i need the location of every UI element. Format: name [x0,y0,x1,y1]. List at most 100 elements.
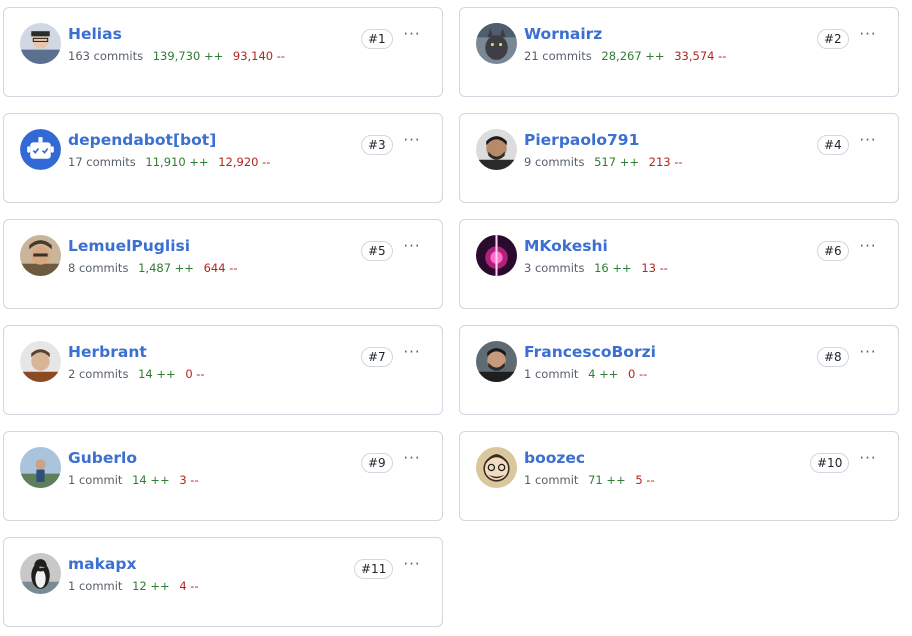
contributor-card: LemuelPuglisi 8 commits 1,487 ++ 644 -- … [3,219,443,309]
deletions-count: 3 -- [179,473,199,487]
commit-count[interactable]: 1 commit [524,367,578,381]
deletions-count: 93,140 -- [232,49,286,63]
commit-count[interactable]: 21 commits [524,49,592,63]
avatar[interactable] [476,129,517,170]
contributor-stats: 1 commit 12 ++ 4 -- [68,579,199,593]
deletions-count: 13 -- [641,261,668,275]
additions-count: 11,910 ++ [145,155,209,169]
contributors-grid: Helias 163 commits 139,730 ++ 93,140 -- … [0,0,912,636]
contributor-name[interactable]: Pierpaolo791 [524,131,639,149]
additions-count: 71 ++ [588,473,626,487]
rank-badge: #5 [361,241,393,261]
contributor-name[interactable]: Wornairz [524,25,602,43]
avatar[interactable] [20,447,61,488]
deletions-count: 4 -- [179,579,199,593]
contributor-stats: 2 commits 14 ++ 0 -- [68,367,205,381]
rank-badge: #10 [810,453,850,473]
more-options-button[interactable]: ··· [401,131,423,153]
contributor-stats: 1 commit 14 ++ 3 -- [68,473,199,487]
contributor-name[interactable]: Helias [68,25,122,43]
commit-count[interactable]: 17 commits [68,155,136,169]
avatar[interactable] [476,447,517,488]
contributor-name[interactable]: Herbrant [68,343,147,361]
contributor-card: boozec 1 commit 71 ++ 5 -- #10 ··· [459,431,899,521]
rank-badge: #8 [817,347,849,367]
avatar[interactable] [20,23,61,64]
commit-count[interactable]: 1 commit [68,473,122,487]
more-options-button[interactable]: ··· [401,555,423,577]
more-options-button[interactable]: ··· [401,25,423,47]
contributor-card: dependabot[bot] 17 commits 11,910 ++ 12,… [3,113,443,203]
commit-count[interactable]: 3 commits [524,261,584,275]
contributor-stats: 163 commits 139,730 ++ 93,140 -- [68,49,285,63]
contributor-stats: 17 commits 11,910 ++ 12,920 -- [68,155,270,169]
additions-count: 14 ++ [132,473,170,487]
rank-badge: #4 [817,135,849,155]
more-options-button[interactable]: ··· [401,449,423,471]
more-options-button[interactable]: ··· [857,449,879,471]
avatar[interactable] [476,235,517,276]
contributor-card: makapx 1 commit 12 ++ 4 -- #11 ··· [3,537,443,627]
contributor-stats: 8 commits 1,487 ++ 644 -- [68,261,238,275]
rank-badge: #9 [361,453,393,473]
additions-count: 14 ++ [138,367,176,381]
deletions-count: 12,920 -- [218,155,271,169]
rank-badge: #7 [361,347,393,367]
contributor-name[interactable]: Guberlo [68,449,137,467]
contributor-card: Helias 163 commits 139,730 ++ 93,140 -- … [3,7,443,97]
more-options-button[interactable]: ··· [857,25,879,47]
contributor-card: Herbrant 2 commits 14 ++ 0 -- #7 ··· [3,325,443,415]
deletions-count: 0 -- [185,367,205,381]
rank-badge: #2 [817,29,849,49]
rank-badge: #11 [354,559,394,579]
contributor-stats: 21 commits 28,267 ++ 33,574 -- [524,49,726,63]
more-options-button[interactable]: ··· [401,237,423,259]
contributor-card: Wornairz 21 commits 28,267 ++ 33,574 -- … [459,7,899,97]
contributor-card: FrancescoBorzi 1 commit 4 ++ 0 -- #8 ··· [459,325,899,415]
commit-count[interactable]: 8 commits [68,261,128,275]
avatar[interactable] [20,235,61,276]
additions-count: 1,487 ++ [138,261,194,275]
avatar[interactable] [20,341,61,382]
commit-count[interactable]: 1 commit [68,579,122,593]
contributor-name[interactable]: LemuelPuglisi [68,237,190,255]
contributor-name[interactable]: makapx [68,555,136,573]
deletions-count: 0 -- [628,367,648,381]
rank-badge: #1 [361,29,393,49]
rank-badge: #6 [817,241,849,261]
avatar[interactable] [20,553,61,594]
avatar[interactable] [476,341,517,382]
more-options-button[interactable]: ··· [401,343,423,365]
additions-count: 517 ++ [594,155,639,169]
additions-count: 4 ++ [588,367,619,381]
contributor-name[interactable]: MKokeshi [524,237,608,255]
contributor-stats: 1 commit 71 ++ 5 -- [524,473,655,487]
contributor-name[interactable]: dependabot[bot] [68,131,216,149]
more-options-button[interactable]: ··· [857,131,879,153]
additions-count: 139,730 ++ [152,49,224,63]
contributor-stats: 3 commits 16 ++ 13 -- [524,261,668,275]
commit-count[interactable]: 163 commits [68,49,143,63]
contributor-name[interactable]: FrancescoBorzi [524,343,656,361]
more-options-button[interactable]: ··· [857,343,879,365]
additions-count: 28,267 ++ [601,49,665,63]
rank-badge: #3 [361,135,393,155]
contributor-name[interactable]: boozec [524,449,585,467]
contributor-card: MKokeshi 3 commits 16 ++ 13 -- #6 ··· [459,219,899,309]
deletions-count: 5 -- [635,473,655,487]
contributor-stats: 9 commits 517 ++ 213 -- [524,155,683,169]
commit-count[interactable]: 9 commits [524,155,584,169]
deletions-count: 33,574 -- [674,49,727,63]
additions-count: 16 ++ [594,261,632,275]
deletions-count: 644 -- [203,261,238,275]
deletions-count: 213 -- [648,155,683,169]
contributor-card: Pierpaolo791 9 commits 517 ++ 213 -- #4 … [459,113,899,203]
avatar[interactable] [476,23,517,64]
additions-count: 12 ++ [132,579,170,593]
commit-count[interactable]: 1 commit [524,473,578,487]
contributor-card: Guberlo 1 commit 14 ++ 3 -- #9 ··· [3,431,443,521]
contributor-stats: 1 commit 4 ++ 0 -- [524,367,647,381]
more-options-button[interactable]: ··· [857,237,879,259]
avatar[interactable] [20,129,61,170]
commit-count[interactable]: 2 commits [68,367,128,381]
